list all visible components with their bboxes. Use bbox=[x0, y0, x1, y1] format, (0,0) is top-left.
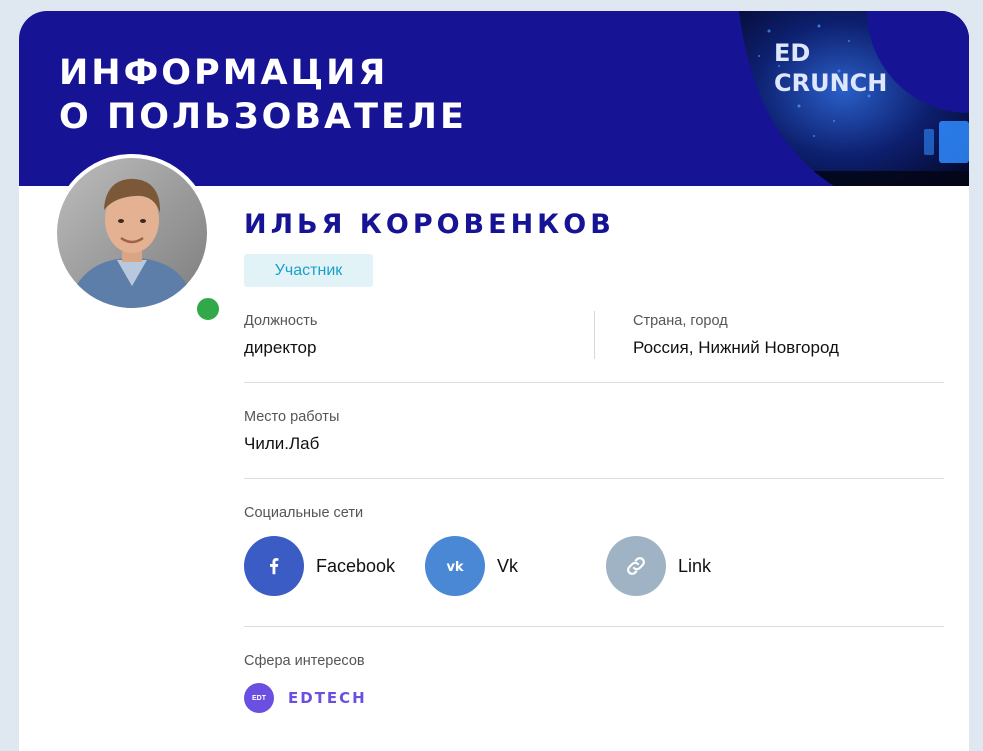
position-label: Должность bbox=[244, 313, 318, 329]
interest-name: EDTECH bbox=[288, 689, 367, 707]
divider bbox=[244, 382, 944, 383]
facebook-icon bbox=[244, 536, 304, 596]
page-title: ИНФОРМАЦИЯ О ПОЛЬЗОВАТЕЛЕ bbox=[59, 53, 467, 137]
divider bbox=[244, 478, 944, 479]
avatar-photo bbox=[57, 158, 207, 308]
website-link-label: Link bbox=[678, 555, 712, 576]
location-label: Страна, город bbox=[633, 313, 728, 329]
workplace-label: Место работы bbox=[244, 409, 340, 425]
profile-card: ИНФОРМАЦИЯ О ПОЛЬЗОВАТЕЛЕ ED CRUNCH ИЛЬЯ… bbox=[19, 11, 969, 751]
facebook-link-label: Facebook bbox=[316, 555, 396, 576]
interest-tag-edtech[interactable]: EDT EDTECH bbox=[244, 683, 367, 713]
online-status-indicator bbox=[194, 295, 222, 323]
svg-text:vk: vk bbox=[446, 560, 463, 574]
user-name: ИЛЬЯ КОРОВЕНКОВ bbox=[244, 209, 615, 240]
location-value: Россия, Нижний Новгород bbox=[633, 338, 839, 357]
role-badge: Участник bbox=[244, 254, 373, 287]
divider bbox=[244, 626, 944, 627]
column-divider bbox=[594, 311, 595, 359]
edtech-badge-text: EDT bbox=[252, 694, 266, 702]
vk-link[interactable]: vk Vk bbox=[425, 536, 518, 596]
svg-text:ED: ED bbox=[774, 39, 810, 67]
edtech-icon: EDT bbox=[244, 683, 274, 713]
position-value: директор bbox=[244, 338, 317, 357]
workplace-value: Чили.Лаб bbox=[244, 434, 320, 453]
website-link[interactable]: Link bbox=[606, 536, 711, 596]
facebook-link[interactable]: Facebook bbox=[244, 536, 395, 596]
social-networks-label: Социальные сети bbox=[244, 505, 364, 521]
event-banner-photo: ED CRUNCH bbox=[739, 11, 969, 186]
interests-label: Сфера интересов bbox=[244, 653, 365, 669]
link-icon bbox=[606, 536, 666, 596]
svg-text:CRUNCH: CRUNCH bbox=[774, 69, 887, 97]
avatar bbox=[53, 154, 222, 323]
vk-icon: vk bbox=[425, 536, 485, 596]
vk-link-label: Vk bbox=[497, 555, 519, 576]
